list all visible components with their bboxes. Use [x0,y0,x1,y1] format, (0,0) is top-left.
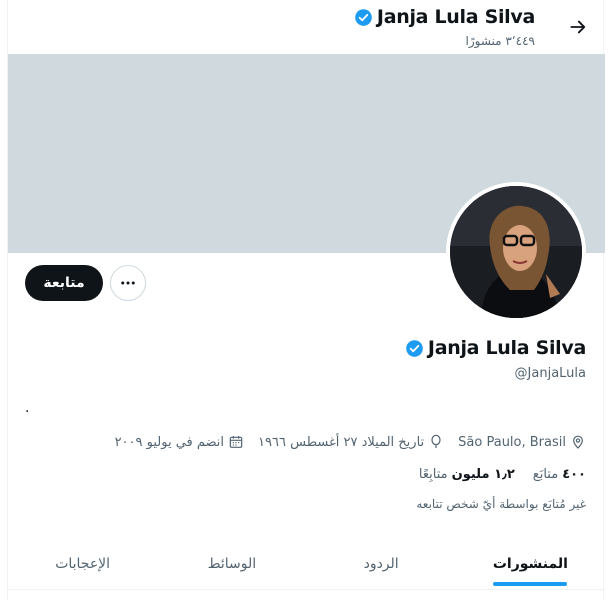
calendar-icon [229,436,243,448]
back-button[interactable] [561,10,595,44]
profile-handle: @JanjaLula [514,366,586,381]
tab-posts-label: المنشورات [492,555,568,572]
follow-button[interactable]: متابعة [25,265,103,301]
profile-tabs: المنشورات الردود الوسائط الإعجابات [8,538,605,590]
followers-count: ١٫٢ مليون [451,467,515,482]
followers-label: متابِعًا [418,467,448,482]
joined-item: انضم في يوليو ٢٠٠٩ [115,434,244,450]
tab-likes-label: الإعجابات [55,555,111,572]
balloon-icon [431,434,441,448]
location-pin-icon [573,435,583,449]
birthday-text: تاريخ الميلاد ٢٧ أغسطس ١٩٦٦ [258,434,425,450]
profile-display-name: Janja Lula Silva [427,337,586,359]
birthday-item: تاريخ الميلاد ٢٧ أغسطس ١٩٦٦ [258,434,444,450]
header-display-name: Janja Lula Silva [376,6,535,28]
tab-media[interactable]: الوسائط [157,538,306,589]
profile-meta: São Paulo, Brasil تاريخ الميلاد ٢٧ أغسطس… [115,434,586,450]
following-link[interactable]: ٤٠٠ متابَع [533,467,586,482]
tab-media-label: الوسائط [207,555,257,572]
profile-name-row: Janja Lula Silva [405,337,586,359]
verified-badge-icon [355,8,372,26]
tab-likes[interactable]: الإعجابات [8,538,157,589]
header-title: Janja Lula Silva [354,6,535,28]
avatar-photo [450,186,582,318]
location-text: São Paulo, Brasil [458,434,566,450]
following-label: متابَع [532,467,559,482]
verified-badge-icon[interactable] [405,339,424,358]
arrow-right-icon [570,20,586,34]
header-posts-count: ٣٬٤٤٩ منشورًا [465,34,535,48]
tab-posts[interactable]: المنشورات [456,538,605,589]
tab-replies-label: الردود [363,555,399,572]
tab-replies[interactable]: الردود [307,538,456,589]
not-followed-note: غير مُتابَع بواسطة أيّ شخص تتابعه [416,497,586,511]
top-bar: Janja Lula Silva ٣٬٤٤٩ منشورًا [8,0,605,54]
location-item: São Paulo, Brasil [458,434,586,450]
profile-column: Janja Lula Silva ٣٬٤٤٩ منشورًا متابعة Ja… [7,0,605,600]
active-tab-indicator [493,582,568,586]
profile-bio: . [25,400,30,416]
more-horizontal-icon [121,281,135,285]
joined-text: انضم في يوليو ٢٠٠٩ [114,434,225,450]
more-button[interactable] [110,265,146,301]
followers-link[interactable]: ١٫٢ مليون متابِعًا [419,467,515,482]
profile-avatar[interactable] [446,182,586,322]
following-count: ٤٠٠ [562,467,586,482]
follow-stats: ٤٠٠ متابَع ١٫٢ مليون متابِعًا [419,467,586,482]
